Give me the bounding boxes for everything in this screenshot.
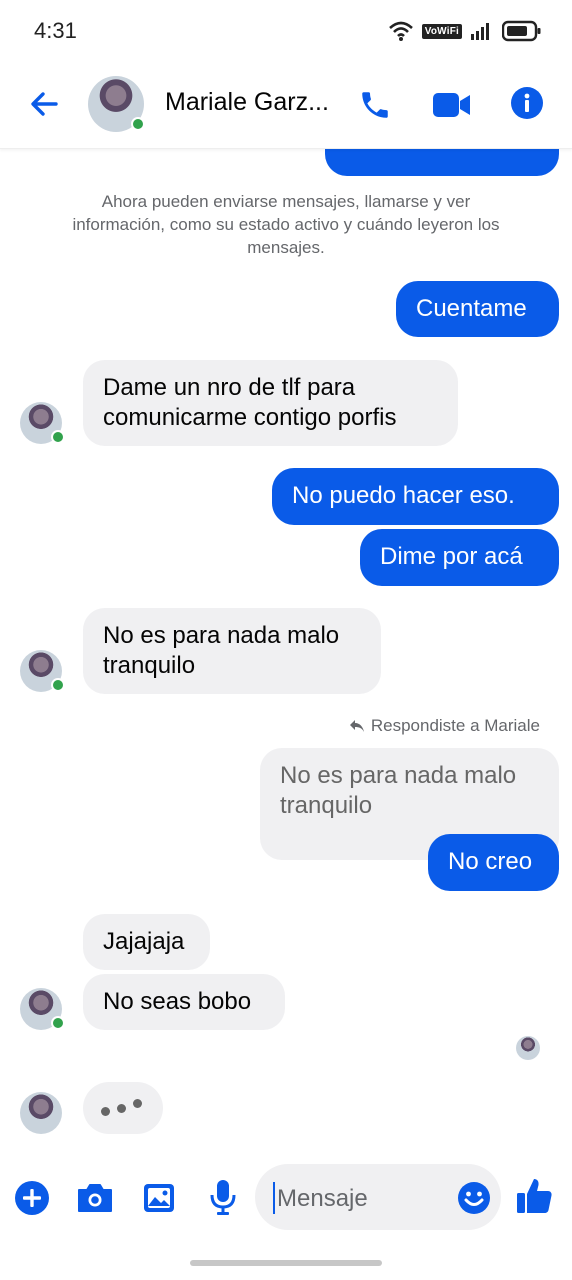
reply-indicator-label: Respondiste a Mariale	[370, 716, 540, 735]
wifi-icon	[388, 21, 413, 41]
outgoing-message[interactable]: Saludos corazón	[325, 148, 559, 176]
avatar[interactable]	[20, 650, 65, 692]
reply-indicator: Respondiste a Mariale	[349, 716, 540, 736]
avatar[interactable]	[20, 402, 65, 444]
composer-bar: Mensaje	[0, 1160, 572, 1240]
online-indicator	[131, 117, 145, 131]
chat-header: Mariale Garz...	[0, 66, 572, 149]
message-list[interactable]: Saludos corazón Ahora pueden enviarse me…	[0, 148, 572, 1158]
online-indicator	[51, 430, 65, 444]
home-indicator[interactable]	[190, 1260, 382, 1266]
message-input[interactable]: Mensaje	[255, 1164, 501, 1230]
incoming-message[interactable]: Jajajaja	[83, 914, 210, 970]
outgoing-message[interactable]: No puedo hacer eso.	[272, 468, 559, 525]
outgoing-message[interactable]: Cuentame	[396, 281, 559, 337]
avatar[interactable]	[88, 76, 145, 132]
status-time: 4:31	[34, 18, 77, 43]
thumbs-up-icon[interactable]	[515, 1176, 553, 1216]
online-indicator	[51, 678, 65, 692]
signal-icon	[471, 23, 489, 40]
seen-receipt-avatar	[516, 1036, 540, 1060]
phone-icon[interactable]	[358, 88, 392, 122]
text-cursor	[273, 1182, 275, 1214]
status-bar: 4:31 VoWiFi	[0, 0, 572, 66]
battery-icon	[502, 20, 541, 42]
mic-icon[interactable]	[208, 1178, 238, 1216]
image-icon[interactable]	[142, 1182, 176, 1214]
outgoing-message[interactable]: Dime por acá	[360, 529, 559, 586]
video-icon[interactable]	[432, 91, 472, 119]
system-notice: Ahora pueden enviarse mensajes, llamarse…	[72, 192, 500, 257]
outgoing-message[interactable]: No creo	[428, 834, 559, 891]
vowifi-badge: VoWiFi	[421, 23, 462, 39]
message-input-placeholder: Mensaje	[277, 1185, 368, 1212]
back-arrow-icon[interactable]	[26, 86, 62, 122]
emoji-icon[interactable]	[457, 1181, 491, 1215]
camera-icon[interactable]	[76, 1182, 114, 1214]
avatar[interactable]	[20, 1092, 62, 1134]
incoming-message[interactable]: No seas bobo	[83, 974, 285, 1030]
plus-icon[interactable]	[14, 1180, 50, 1216]
reply-arrow-icon	[349, 720, 364, 732]
avatar[interactable]	[20, 988, 65, 1030]
status-icons: VoWiFi	[388, 20, 542, 42]
info-icon[interactable]	[510, 86, 544, 120]
incoming-message[interactable]: No es para nada malo tranquilo	[83, 608, 381, 694]
typing-indicator	[83, 1082, 163, 1134]
contact-name[interactable]: Mariale Garz...	[165, 88, 329, 117]
online-indicator	[51, 1016, 65, 1030]
incoming-message[interactable]: Dame un nro de tlf para comunicarme cont…	[83, 360, 458, 446]
